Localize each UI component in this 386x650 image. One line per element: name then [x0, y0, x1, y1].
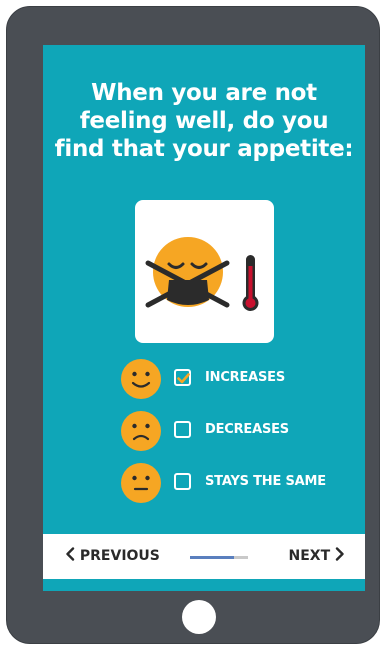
question-line-3: find that your appetite: [54, 136, 354, 162]
question-heading: When you are not feeling well, do you fi… [43, 79, 365, 163]
progress-bar [190, 556, 248, 559]
smiling-face-icon [121, 359, 161, 399]
illustration-card [135, 200, 274, 343]
next-button[interactable]: NEXT [289, 547, 346, 564]
chevron-left-icon [66, 547, 75, 561]
question-line-1: When you are not [91, 80, 317, 106]
option-label: INCREASES [205, 370, 286, 385]
question-line-2: feeling well, do you [79, 108, 329, 134]
progress-bar-fill [190, 556, 234, 559]
increases-checkbox[interactable] [174, 369, 191, 386]
option-increases[interactable]: INCREASES [121, 359, 351, 399]
thermometer-icon [242, 255, 259, 311]
previous-label: PREVIOUS [79, 548, 160, 564]
previous-button[interactable]: PREVIOUS [65, 547, 160, 564]
option-label: STAYS THE SAME [205, 474, 326, 489]
bottom-navigation: PREVIOUS NEXT [43, 534, 365, 579]
decreases-checkbox[interactable] [174, 421, 191, 438]
chevron-right-icon [335, 547, 344, 561]
option-stays-the-same[interactable]: STAYS THE SAME [121, 463, 351, 503]
stays-the-same-checkbox[interactable] [174, 473, 191, 490]
option-decreases[interactable]: DECREASES [121, 411, 351, 451]
sick-face-with-mask-icon [145, 237, 230, 308]
frowning-face-icon [121, 411, 161, 451]
next-label: NEXT [288, 548, 331, 564]
option-label: DECREASES [205, 422, 289, 437]
app-screen: When you are not feeling well, do you fi… [43, 45, 365, 591]
tablet-frame: When you are not feeling well, do you fi… [6, 6, 380, 644]
checkmark-icon [177, 373, 190, 384]
neutral-face-icon [121, 463, 161, 503]
home-button[interactable] [182, 600, 216, 634]
